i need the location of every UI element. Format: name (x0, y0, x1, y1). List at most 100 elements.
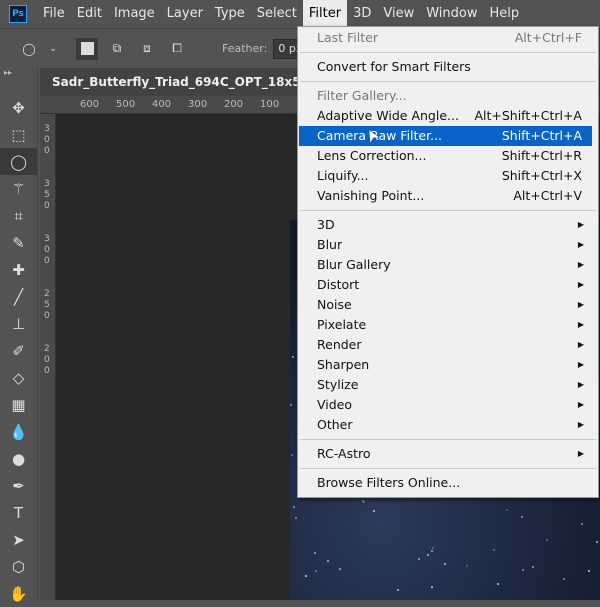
menu-separator (300, 468, 596, 469)
chevron-down-icon[interactable]: ⌄ (48, 38, 58, 60)
star (426, 553, 429, 556)
menu-help[interactable]: Help (484, 0, 526, 28)
history-brush-icon[interactable]: ✐ (0, 337, 37, 364)
subtract-selection-icon[interactable]: ⧈ (136, 38, 158, 60)
star (373, 509, 376, 512)
menu-item-noise[interactable]: Noise ▶ (298, 295, 598, 315)
intersect-selection-icon[interactable]: ⧠ (166, 38, 188, 60)
menu-separator (300, 210, 596, 211)
submenu-arrow-icon: ▶ (577, 360, 584, 369)
submenu-arrow-icon: ▶ (577, 420, 584, 429)
menu-select[interactable]: Select (251, 0, 303, 28)
ruler-label: 0 (44, 311, 50, 321)
menu-item-other[interactable]: Other ▶ (298, 415, 598, 435)
menu-image[interactable]: Image (108, 0, 161, 28)
brush-icon[interactable]: ╱ (0, 283, 37, 310)
menu-item-liquify[interactable]: Liquify... Shift+Ctrl+X (298, 166, 598, 186)
move-icon[interactable]: ✥ (0, 94, 37, 121)
menu-separator (300, 81, 596, 82)
lasso-icon[interactable]: ◯ (0, 148, 37, 175)
star (431, 547, 434, 550)
star (430, 549, 433, 552)
magic-wand-icon[interactable]: ⚚ (0, 175, 37, 202)
menu-item-video[interactable]: Video ▶ (298, 395, 598, 415)
menu-item-label: Lens Correction... (317, 148, 427, 163)
menu-item-label: Video (317, 397, 353, 412)
marquee-icon[interactable]: ⬚ (0, 121, 37, 148)
menu-item-stylize[interactable]: Stylize ▶ (298, 375, 598, 395)
healing-icon[interactable]: ✚ (0, 256, 37, 283)
star (545, 538, 548, 541)
stamp-icon[interactable]: ⊥ (0, 310, 37, 337)
star (465, 565, 468, 568)
lasso-icon[interactable]: ◯ (18, 38, 40, 60)
menu-filter[interactable]: Filter (302, 0, 348, 28)
ruler-label: 0 (44, 245, 50, 255)
menu-item-shortcut: Shift+Ctrl+R (501, 148, 582, 163)
menu-item-label: Last Filter (317, 30, 378, 45)
menu-item-label: RC-Astro (317, 446, 371, 461)
menu-item-label: Blur Gallery (317, 257, 391, 272)
ruler-label: 3 (44, 234, 50, 244)
ruler-label: 0 (44, 355, 50, 365)
ruler-label: 500 (116, 99, 136, 110)
menu-item-3d[interactable]: 3D ▶ (298, 215, 598, 235)
type-icon[interactable]: T (0, 499, 37, 526)
menu-item-rc-astro[interactable]: RC-Astro ▶ (298, 444, 598, 464)
star (305, 574, 308, 577)
menu-item-adaptive-wide-angle[interactable]: Adaptive Wide Angle... Alt+Shift+Ctrl+A (298, 106, 598, 126)
menu-item-shortcut: Alt+Ctrl+F (514, 30, 582, 45)
pen-icon[interactable]: ✒ (0, 472, 37, 499)
photoshop-logo: Ps (9, 5, 27, 23)
menu-item-blur[interactable]: Blur ▶ (298, 235, 598, 255)
ruler-label: 0 (44, 146, 50, 156)
menu-layer[interactable]: Layer (161, 0, 209, 28)
shape-icon[interactable]: ⬡ (0, 553, 37, 580)
blur-icon[interactable]: 💧 (0, 418, 37, 445)
filter-menu: Last Filter Alt+Ctrl+F Convert for Smart F… (297, 26, 599, 498)
star (361, 499, 364, 502)
collapse-icon[interactable]: ▸▸ (0, 68, 37, 78)
new-selection-icon[interactable] (76, 37, 98, 60)
menu-item-label: Stylize (317, 377, 359, 392)
dodge-icon[interactable]: ● (0, 445, 37, 472)
menu-separator (300, 52, 596, 53)
path-select-icon[interactable]: ➤ (0, 526, 37, 553)
add-selection-icon[interactable]: ⧉ (106, 38, 128, 60)
menu-3d[interactable]: 3D (347, 0, 377, 28)
menu-item-blur-gallery[interactable]: Blur Gallery ▶ (298, 255, 598, 275)
star (418, 557, 421, 560)
star (327, 559, 330, 562)
menu-item-vanishing-point[interactable]: Vanishing Point... Alt+Ctrl+V (298, 186, 598, 206)
star (295, 517, 298, 520)
crop-icon[interactable]: ⌗ (0, 202, 37, 229)
menu-item-distort[interactable]: Distort ▶ (298, 275, 598, 295)
submenu-arrow-icon: ▶ (577, 220, 584, 229)
menu-edit[interactable]: Edit (71, 0, 108, 28)
star (314, 552, 317, 555)
menu-file[interactable]: File (37, 0, 71, 28)
menu-item-pixelate[interactable]: Pixelate ▶ (298, 315, 598, 335)
menu-window[interactable]: Window (420, 0, 483, 28)
menu-view[interactable]: View (377, 0, 420, 28)
submenu-arrow-icon: ▶ (577, 449, 584, 458)
menu-separator (300, 439, 596, 440)
menu-item-lens-correction[interactable]: Lens Correction... Shift+Ctrl+R (298, 146, 598, 166)
menu-item-last-filter: Last Filter Alt+Ctrl+F (298, 28, 598, 48)
menu-item-camera-raw-filter[interactable]: Camera Raw Filter... Shift+Ctrl+A (299, 126, 592, 146)
menu-item-render[interactable]: Render ▶ (298, 335, 598, 355)
eyedropper-icon[interactable]: ✎ (0, 229, 37, 256)
menu-item-shortcut: Shift+Ctrl+A (501, 128, 582, 143)
ruler-label: 200 (224, 99, 244, 110)
vertical-ruler: 300350300250200 (40, 114, 56, 600)
menu-item-sharpen[interactable]: Sharpen ▶ (298, 355, 598, 375)
star (532, 565, 535, 568)
menu-type[interactable]: Type (209, 0, 251, 28)
menu-item-browse-filters-online[interactable]: Browse Filters Online... (298, 473, 598, 493)
eraser-icon[interactable]: ◇ (0, 364, 37, 391)
gradient-icon[interactable]: ▦ (0, 391, 37, 418)
menu-item-convert-for-smart-filters[interactable]: Convert for Smart Filters (298, 57, 598, 77)
star (292, 505, 295, 508)
hand-icon[interactable]: ✋ (0, 580, 37, 607)
ruler-label: 0 (44, 135, 50, 145)
